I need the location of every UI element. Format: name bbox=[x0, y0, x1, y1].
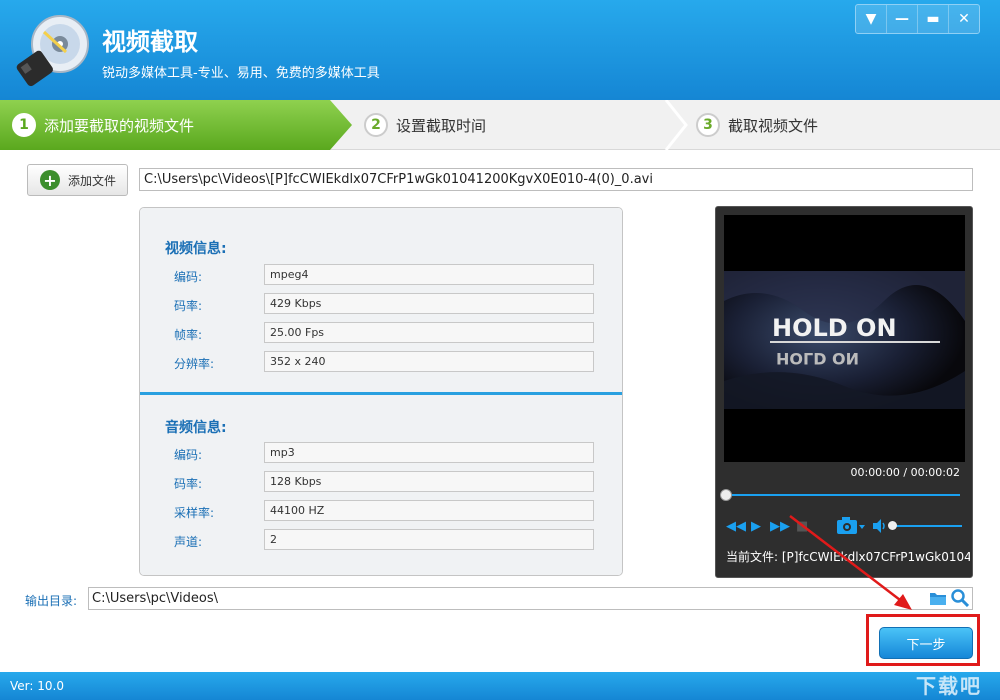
step-bar: 1 添加要截取的视频文件 2 设置截取时间 3 截取视频文件 bbox=[0, 100, 1000, 150]
volume-slider[interactable] bbox=[896, 525, 962, 527]
video-resolution-label: 分辨率: bbox=[174, 357, 215, 371]
rewind-icon[interactable]: ◀◀ bbox=[726, 519, 746, 534]
audio-channels-value: 2 bbox=[264, 529, 594, 550]
step-1: 1 添加要截取的视频文件 bbox=[0, 100, 352, 150]
video-title-mirror-text: HOLD ON bbox=[776, 349, 859, 368]
step-3: 3 截取视频文件 bbox=[696, 100, 818, 150]
video-player: HOLD ON HOLD ON 00:00:00 / 00:00:02 ◀◀ ▶… bbox=[715, 206, 973, 578]
status-bar: Ver: 10.0 下载吧 bbox=[0, 672, 1000, 700]
video-framerate-label: 帧率: bbox=[174, 328, 203, 342]
menu-dropdown-icon[interactable]: ▼ bbox=[856, 5, 887, 33]
add-file-button[interactable]: + 添加文件 bbox=[27, 164, 128, 196]
audio-bitrate-value: 128 Kbps bbox=[264, 471, 594, 492]
audio-info-section: 音频信息: 编码: mp3 码率: 128 Kbps 采样率: 44100 HZ… bbox=[140, 395, 622, 575]
play-icon[interactable]: ▶ bbox=[751, 519, 761, 534]
window-controls: ▼ — ▬ ✕ bbox=[855, 4, 980, 34]
video-resolution-value: 352 x 240 bbox=[264, 351, 594, 372]
video-frame-image: HOLD ON HOLD ON bbox=[724, 271, 965, 409]
seek-bar[interactable] bbox=[726, 494, 960, 496]
fast-forward-icon[interactable]: ▶▶ bbox=[770, 519, 790, 534]
step-1-label: 添加要截取的视频文件 bbox=[44, 116, 195, 135]
maximize-icon[interactable]: ▬ bbox=[918, 5, 949, 33]
step-1-number: 1 bbox=[12, 113, 36, 137]
camera-icon[interactable] bbox=[836, 516, 866, 536]
video-bitrate-label: 码率: bbox=[174, 299, 203, 313]
step-3-label: 截取视频文件 bbox=[728, 116, 819, 135]
video-framerate-value: 25.00 Fps bbox=[264, 322, 594, 343]
volume-icon[interactable] bbox=[872, 518, 888, 534]
app-logo-icon bbox=[16, 15, 89, 87]
close-icon[interactable]: ✕ bbox=[949, 5, 979, 33]
audio-codec-label: 编码: bbox=[174, 448, 203, 462]
audio-codec-value: mp3 bbox=[264, 442, 594, 463]
video-preview[interactable]: HOLD ON HOLD ON bbox=[724, 215, 965, 462]
file-path-field[interactable]: C:\Users\pc\Videos\[P]fcCWIEkdlx07CFrP1w… bbox=[139, 168, 973, 191]
video-info-title: 视频信息: bbox=[165, 241, 227, 257]
audio-samplerate-label: 采样率: bbox=[174, 506, 215, 520]
search-icon[interactable] bbox=[951, 589, 969, 607]
video-info-section: 视频信息: 编码: mpeg4 码率: 429 Kbps 帧率: 25.00 F… bbox=[140, 208, 622, 393]
current-file-text: 当前文件: [P]fcCWIEkdlx07CFrP1wGk01041200Kg bbox=[726, 550, 970, 564]
video-codec-value: mpeg4 bbox=[264, 264, 594, 285]
video-bitrate-value: 429 Kbps bbox=[264, 293, 594, 314]
media-info-panel: 视频信息: 编码: mpeg4 码率: 429 Kbps 帧率: 25.00 F… bbox=[139, 207, 623, 576]
version-text: Ver: 10.0 bbox=[10, 679, 64, 693]
step-2: 2 设置截取时间 bbox=[364, 100, 486, 150]
audio-channels-label: 声道: bbox=[174, 535, 203, 549]
next-button[interactable]: 下一步 bbox=[879, 627, 973, 659]
app-title: 视频截取 bbox=[102, 28, 198, 56]
output-dir-label: 输出目录: bbox=[25, 594, 78, 608]
video-title-text: HOLD ON bbox=[772, 314, 897, 342]
step-2-label: 设置截取时间 bbox=[396, 116, 487, 135]
add-file-label: 添加文件 bbox=[68, 173, 117, 188]
seek-handle[interactable] bbox=[720, 489, 732, 501]
title-bar: 视频截取 锐动多媒体工具-专业、易用、免费的多媒体工具 ▼ — ▬ ✕ bbox=[0, 0, 1000, 100]
stop-icon[interactable]: ■ bbox=[796, 519, 808, 534]
audio-info-title: 音频信息: bbox=[165, 420, 227, 436]
step-separator-icon bbox=[664, 100, 688, 150]
output-dir-field[interactable]: C:\Users\pc\Videos\ bbox=[88, 587, 973, 610]
audio-samplerate-value: 44100 HZ bbox=[264, 500, 594, 521]
step-2-number: 2 bbox=[364, 113, 388, 137]
playback-time: 00:00:00 / 00:00:02 bbox=[850, 466, 960, 479]
step-3-number: 3 bbox=[696, 113, 720, 137]
watermark-text: 下载吧 bbox=[916, 674, 982, 698]
minimize-icon[interactable]: — bbox=[887, 5, 918, 33]
volume-handle[interactable] bbox=[888, 521, 897, 530]
folder-icon[interactable] bbox=[929, 590, 947, 606]
app-subtitle: 锐动多媒体工具-专业、易用、免费的多媒体工具 bbox=[102, 66, 380, 81]
audio-bitrate-label: 码率: bbox=[174, 477, 203, 491]
plus-icon: + bbox=[40, 170, 60, 190]
video-codec-label: 编码: bbox=[174, 270, 203, 284]
